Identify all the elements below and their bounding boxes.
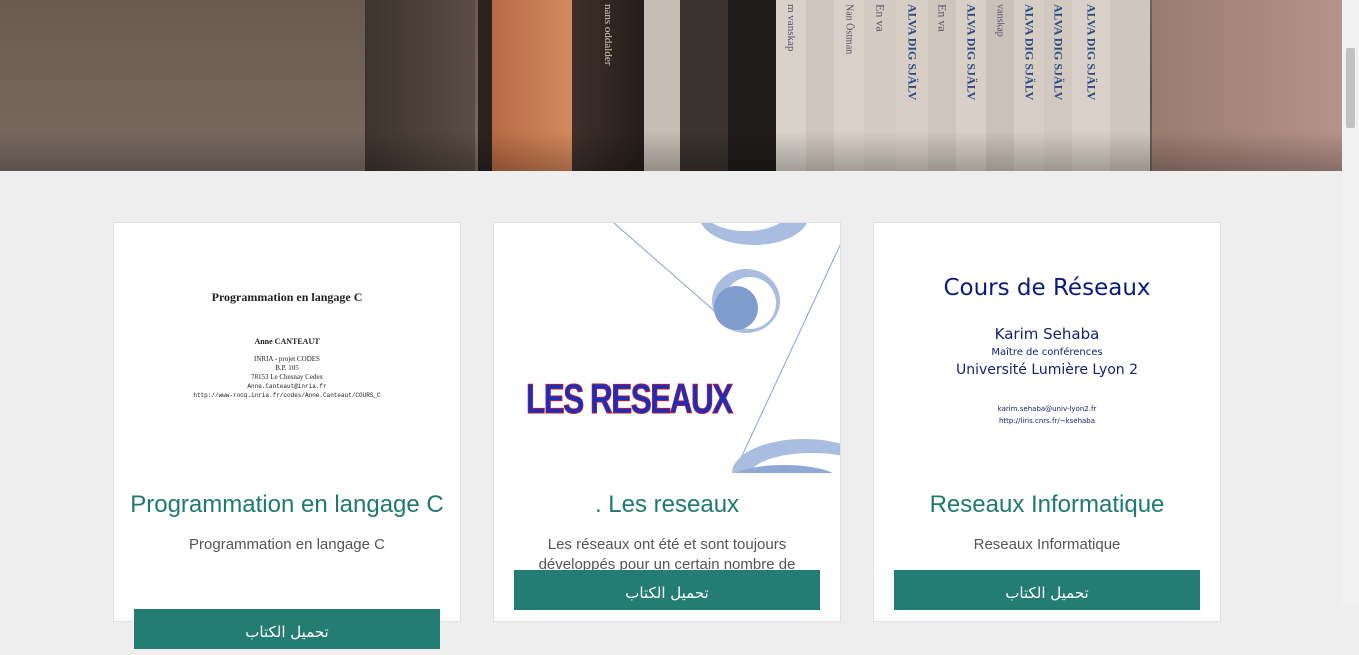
cover-line: B.P. 105 xyxy=(275,364,299,372)
cover-title: Cours de Réseaux xyxy=(943,275,1151,301)
book-spine-text: ALVA DIG SJÄLV xyxy=(1022,4,1037,101)
book-title[interactable]: Programmation en langage C xyxy=(114,491,460,519)
cover-line: 78153 Le Chesnay Cedex xyxy=(250,373,324,381)
book-spine-text: ALVA DIG SJÄLV xyxy=(905,4,920,101)
cover-author: Anne CANTEAUT xyxy=(254,337,320,346)
cover-line: INRIA - projet CODES xyxy=(254,355,320,363)
book-cover[interactable]: Programmation en langage C Anne CANTEAUT… xyxy=(114,223,460,473)
download-button[interactable]: تحميل الكتاب xyxy=(514,570,820,610)
network-cover-art xyxy=(613,223,840,473)
book-spine-text: vanskap xyxy=(994,4,1006,37)
book-cover[interactable]: Cours de Réseaux Karim Sehaba Maître de … xyxy=(874,223,1220,473)
scrollbar-thumb[interactable] xyxy=(1346,48,1355,128)
page-scrollbar[interactable] xyxy=(1342,0,1359,605)
book-description: Reseaux Informatique xyxy=(973,536,1121,553)
book-description: Programmation en langage C xyxy=(189,536,385,553)
cover-author: Karim Sehaba xyxy=(994,325,1100,343)
cover-url: http://liris.cnrs.fr/~ksehaba xyxy=(998,417,1096,425)
cover-university: Université Lumière Lyon 2 xyxy=(955,362,1139,378)
cover-title: Programmation en langage C xyxy=(211,290,363,304)
hero-banner: nans oddalder m vanskap Nan Östman En va… xyxy=(0,0,1342,171)
hero-shadow xyxy=(0,131,1342,171)
book-spine-text: m vanskap xyxy=(785,4,797,52)
cover-email: karim.sehaba@univ-lyon2.fr xyxy=(997,405,1097,413)
cover-title: LES RESEAUX xyxy=(526,375,734,423)
book-card: Programmation en langage C Anne CANTEAUT… xyxy=(113,222,461,649)
cover-line: http://www-rocq.inria.fr/codes/Anne.Cant… xyxy=(193,392,381,399)
book-spine-text: ALVA DIG SJÄLV xyxy=(964,4,979,101)
book-spine-text: En va xyxy=(935,4,950,32)
download-button[interactable]: تحميل الكتاب xyxy=(134,609,440,649)
book-cover[interactable]: LES RESEAUX xyxy=(494,223,840,473)
book-card: LES RESEAUX . Les reseaux Les réseaux on… xyxy=(493,222,841,622)
book-spine-text: En va xyxy=(873,4,888,32)
book-spine-text: ALVA DIG SJÄLV xyxy=(1051,4,1066,101)
cover-details: INRIA - projet CODES B.P. 105 78153 Le C… xyxy=(114,355,460,400)
book-spine-text: nans oddalder xyxy=(602,4,614,66)
book-card: Cours de Réseaux Karim Sehaba Maître de … xyxy=(873,222,1221,622)
book-title[interactable]: . Les reseaux xyxy=(494,491,840,519)
book-title[interactable]: Reseaux Informatique xyxy=(874,491,1220,519)
cover-role: Maître de conférences xyxy=(991,347,1103,358)
cover-line: Anne.Canteaut@inria.fr xyxy=(247,383,327,390)
download-button[interactable]: تحميل الكتاب xyxy=(894,570,1200,610)
book-spine-text: ALVA DIG SJÄLV xyxy=(1084,4,1099,101)
book-spine-text: Nan Östman xyxy=(843,4,855,55)
